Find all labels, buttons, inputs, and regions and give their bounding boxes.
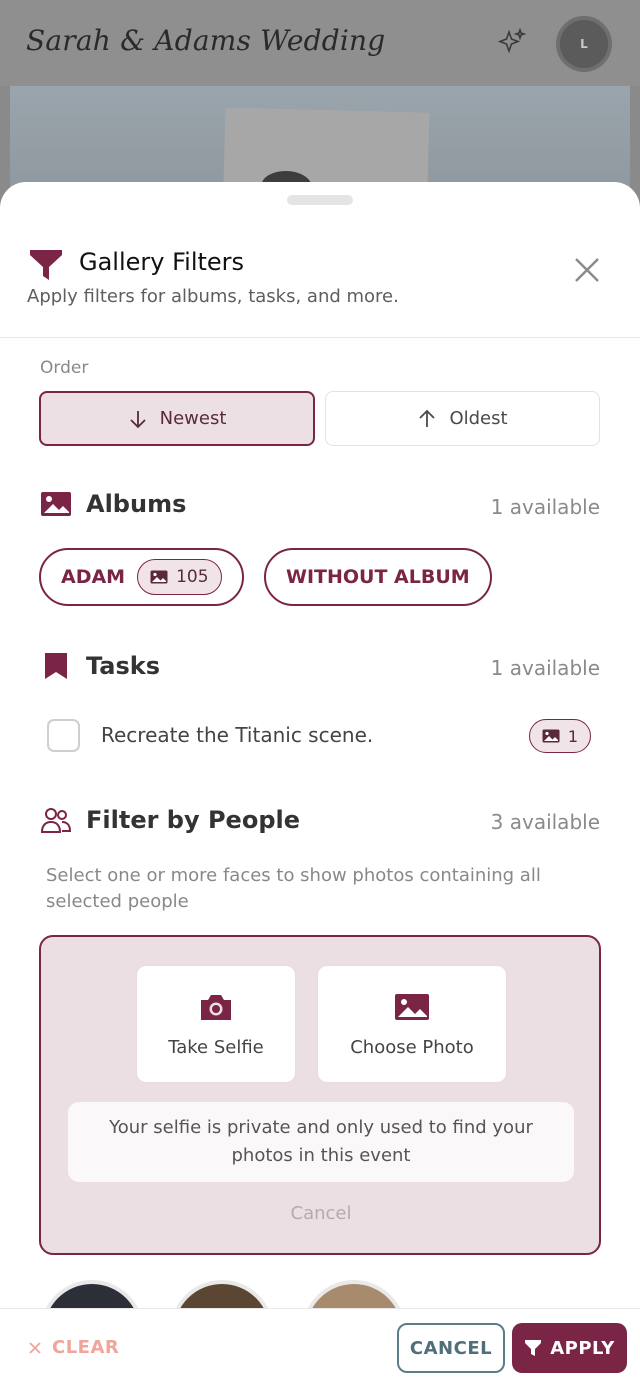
image-icon xyxy=(395,993,429,1020)
apply-button[interactable]: APPLY xyxy=(512,1323,627,1373)
take-selfie-button[interactable]: Take Selfie xyxy=(136,965,296,1083)
image-icon xyxy=(41,492,71,516)
camera-icon xyxy=(201,994,231,1020)
close-icon xyxy=(29,1341,41,1354)
albums-section-header: Albums xyxy=(40,490,186,518)
privacy-note: Your selfie is private and only used to … xyxy=(67,1101,575,1183)
sparkle-icon[interactable] xyxy=(496,26,528,58)
face-search-panel: Take Selfie Choose Photo Your selfie is … xyxy=(39,935,601,1255)
task-item[interactable]: Recreate the Titanic scene. 1 xyxy=(47,719,593,753)
sheet-title: Gallery Filters xyxy=(79,248,245,276)
filters-sheet: Gallery Filters Apply filters for albums… xyxy=(0,182,640,1385)
sheet-grabber[interactable] xyxy=(287,195,353,205)
cancel-button[interactable]: CANCEL xyxy=(397,1323,505,1373)
image-icon xyxy=(150,570,168,584)
sheet-subtitle: Apply filters for albums, tasks, and mor… xyxy=(27,286,399,307)
divider xyxy=(0,337,640,338)
filter-icon xyxy=(30,250,62,280)
photo-count-badge: 1 xyxy=(528,719,591,753)
task-checkbox[interactable] xyxy=(47,719,80,752)
photo-count-badge: 105 xyxy=(137,559,222,595)
clear-button[interactable]: CLEAR xyxy=(28,1337,119,1358)
people-description: Select one or more faces to show photos … xyxy=(46,865,541,912)
image-icon xyxy=(542,729,560,743)
tasks-count: 1 available xyxy=(490,656,600,680)
arrow-down-icon xyxy=(129,410,146,428)
album-chip-adam[interactable]: ADAM 105 xyxy=(39,548,244,606)
face-search-cancel[interactable]: Cancel xyxy=(41,1203,601,1224)
order-oldest-button[interactable]: Oldest xyxy=(325,391,600,446)
app-header: Sarah & Adams Wedding L xyxy=(0,0,640,86)
order-label: Order xyxy=(40,358,89,378)
tasks-section-header: Tasks xyxy=(40,652,160,680)
app-title: Sarah & Adams Wedding xyxy=(26,24,386,57)
filter-icon xyxy=(525,1340,542,1356)
choose-photo-button[interactable]: Choose Photo xyxy=(317,965,507,1083)
albums-count: 1 available xyxy=(490,495,600,519)
arrow-up-icon xyxy=(419,409,436,427)
close-icon[interactable] xyxy=(572,255,602,285)
people-count: 3 available xyxy=(490,810,600,834)
sheet-footer: CLEAR CANCEL APPLY xyxy=(0,1308,640,1385)
album-chip-without-album[interactable]: WITHOUT ALBUM xyxy=(264,548,492,606)
user-avatar[interactable]: L xyxy=(556,16,612,72)
people-icon xyxy=(40,808,72,833)
bookmark-icon xyxy=(45,653,67,679)
order-newest-button[interactable]: Newest xyxy=(39,391,315,446)
task-label: Recreate the Titanic scene. xyxy=(101,723,374,747)
people-section-header: Filter by People xyxy=(40,806,300,834)
